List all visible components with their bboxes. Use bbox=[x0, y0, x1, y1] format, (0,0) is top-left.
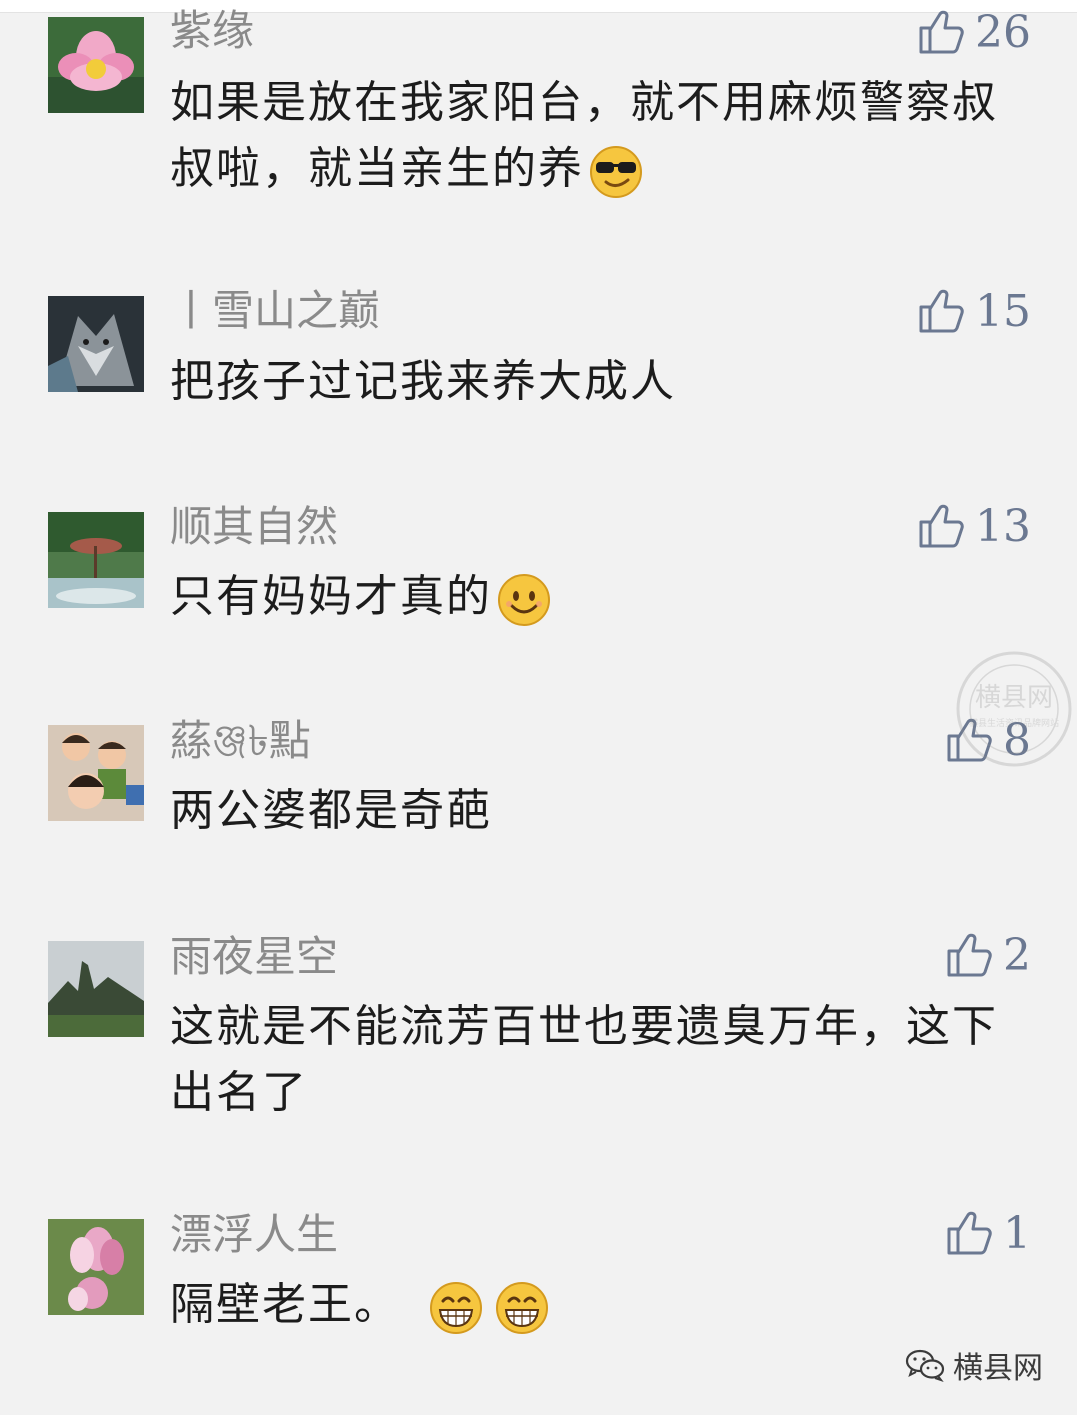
smile-emoji-icon bbox=[496, 572, 552, 628]
avatar[interactable] bbox=[48, 1219, 144, 1315]
avatar[interactable] bbox=[48, 512, 144, 608]
avatar[interactable] bbox=[48, 725, 144, 821]
like-button[interactable]: 15 bbox=[915, 285, 1031, 337]
like-button[interactable]: 13 bbox=[915, 500, 1031, 552]
comment-text-body: 隔壁老王。 bbox=[170, 1279, 400, 1330]
wolf-avatar-image bbox=[48, 296, 144, 392]
thumbs-up-icon bbox=[947, 1211, 992, 1255]
like-button[interactable]: 26 bbox=[915, 6, 1031, 58]
comment-text-body: 只有妈妈才真的 bbox=[170, 571, 492, 622]
comment-text: 这就是不能流芳百世也要遗臭万年，这下出名了 bbox=[170, 994, 1020, 1126]
brand-label: 横县网 bbox=[905, 1343, 1043, 1387]
nickname[interactable]: 丨雪山之巅 bbox=[170, 286, 380, 336]
comment-text: 如果是放在我家阳台，就不用麻烦警察叔叔啦，就当亲生的养 bbox=[170, 70, 1020, 202]
watermark-text: 横县网 bbox=[975, 683, 1053, 713]
comment-text: 只有妈妈才真的 bbox=[170, 564, 1020, 630]
like-count: 15 bbox=[975, 285, 1031, 337]
sunglasses-emoji-icon bbox=[588, 144, 644, 200]
landscape-avatar-image bbox=[48, 941, 144, 1037]
wechat-icon bbox=[905, 1349, 945, 1382]
comment-text-body: 这就是不能流芳百世也要遗臭万年，这下出名了 bbox=[170, 1001, 998, 1118]
avatar[interactable] bbox=[48, 17, 144, 113]
comment-text-body: 如果是放在我家阳台，就不用麻烦警察叔叔啦，就当亲生的养 bbox=[170, 77, 998, 194]
thumbs-up-icon bbox=[919, 10, 964, 54]
nickname[interactable]: 蕬ঞ্জ৳點 bbox=[170, 716, 311, 766]
comment-text-body: 把孩子过记我来养大成人 bbox=[170, 356, 676, 407]
like-count: 2 bbox=[1003, 929, 1031, 981]
like-count: 26 bbox=[975, 6, 1031, 58]
nickname[interactable]: 雨夜星空 bbox=[170, 932, 338, 982]
lotus-avatar-image bbox=[48, 17, 144, 113]
brand-name: 横县网 bbox=[953, 1351, 1043, 1386]
like-count: 13 bbox=[975, 500, 1031, 552]
nickname[interactable]: 漂浮人生 bbox=[170, 1210, 338, 1260]
thumbs-up-icon bbox=[919, 504, 964, 548]
watermark-seal: 横县网 横县生活资讯品牌网站 bbox=[955, 650, 1073, 768]
comment-text: 隔壁老王。 bbox=[170, 1272, 1020, 1338]
family-avatar-image bbox=[48, 725, 144, 821]
grin-emoji-icon bbox=[428, 1280, 484, 1336]
avatar[interactable] bbox=[48, 296, 144, 392]
like-count: 1 bbox=[1003, 1207, 1031, 1259]
comment-text: 两公婆都是奇葩 bbox=[170, 778, 1020, 844]
comment-text-body: 两公婆都是奇葩 bbox=[170, 785, 492, 836]
like-button[interactable]: 1 bbox=[943, 1207, 1031, 1259]
thumbs-up-icon bbox=[919, 289, 964, 333]
nickname[interactable]: 顺其自然 bbox=[170, 502, 338, 552]
nickname[interactable]: 紫缘 bbox=[170, 6, 254, 56]
garden-avatar-image bbox=[48, 512, 144, 608]
avatar[interactable] bbox=[48, 941, 144, 1037]
like-button[interactable]: 2 bbox=[943, 929, 1031, 981]
thumbs-up-icon bbox=[947, 933, 992, 977]
magnolia-avatar-image bbox=[48, 1219, 144, 1315]
watermark-subtext: 横县生活资讯品牌网站 bbox=[969, 717, 1059, 729]
grin-emoji-icon bbox=[494, 1280, 550, 1336]
comment-text: 把孩子过记我来养大成人 bbox=[170, 349, 1020, 415]
